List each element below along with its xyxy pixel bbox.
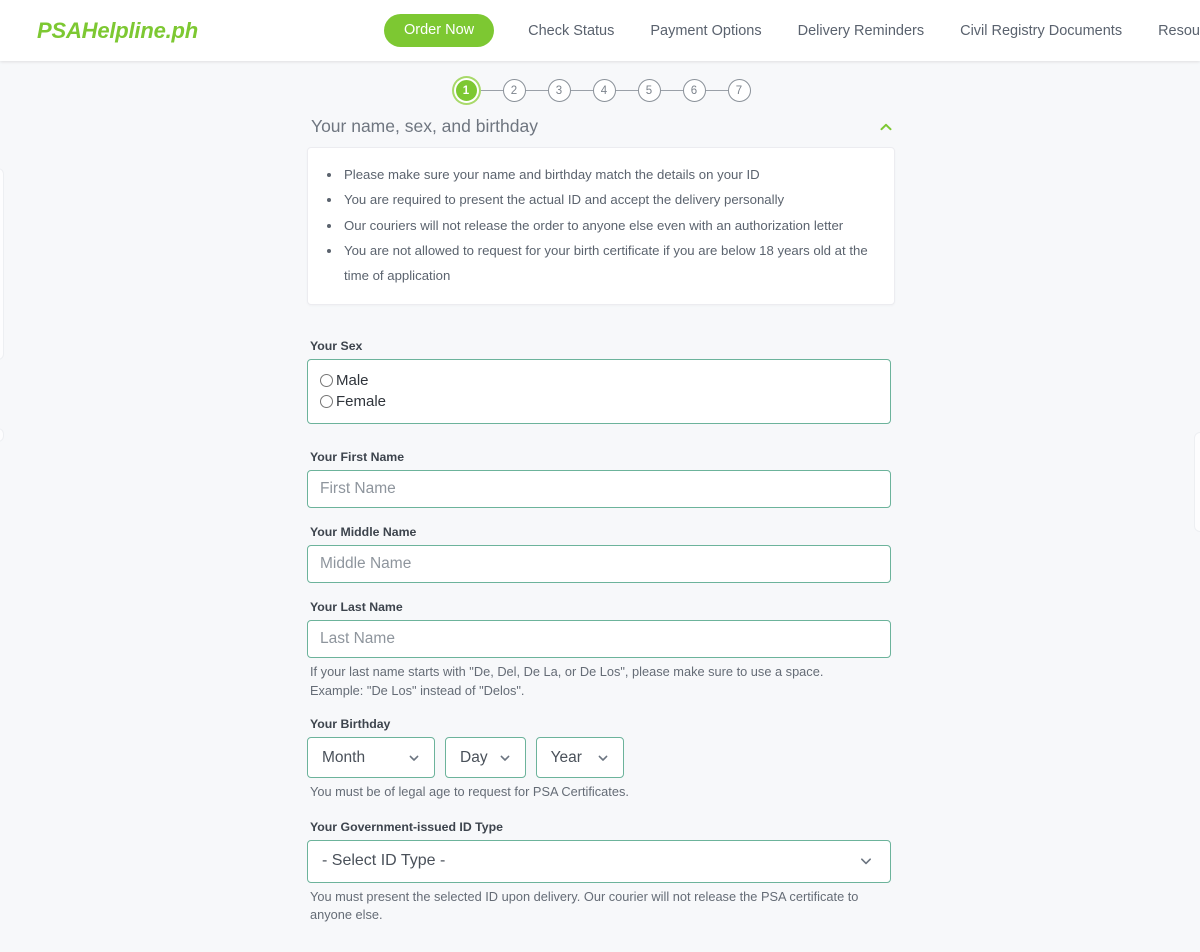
nav-item-civil-registry-documents[interactable]: Civil Registry Documents <box>942 23 1140 39</box>
sex-radio-group[interactable]: Male Female <box>307 359 891 425</box>
section-title: Your name, sex, and birthday <box>311 116 538 136</box>
step-indicator-6[interactable]: 6 <box>682 79 706 102</box>
main-navigation: Order Now Check Status Payment Options D… <box>384 14 1200 47</box>
site-logo[interactable]: PSAHelpline.ph <box>37 18 198 44</box>
radio-input-male[interactable] <box>320 374 333 388</box>
instruction-item: You are required to present the actual I… <box>342 187 878 212</box>
birth-day-value: Day <box>460 748 488 766</box>
last-name-input[interactable] <box>307 620 891 659</box>
step-connector <box>480 89 503 92</box>
section-header[interactable]: Your name, sex, and birthday <box>307 110 895 147</box>
instruction-item: Please make sure your name and birthday … <box>342 162 878 187</box>
helper-birthday: You must be of legal age to request for … <box>310 784 629 800</box>
first-name-input[interactable] <box>307 470 891 509</box>
field-last-name: Your Last Name If your last name starts … <box>307 600 895 700</box>
label-first-name: Your First Name <box>310 450 405 465</box>
middle-name-input[interactable] <box>307 545 891 584</box>
id-type-select[interactable]: - Select ID Type - <box>307 839 891 883</box>
label-sex: Your Sex <box>310 339 363 354</box>
order-form-column: 1 2 3 4 5 6 7 Your name, sex, and birthd… <box>305 61 895 925</box>
instruction-item: Our couriers will not release the order … <box>342 213 878 238</box>
birth-month-select[interactable]: Month <box>307 737 435 779</box>
instructions-card: Please make sure your name and birthday … <box>307 147 895 306</box>
chevron-down-icon <box>498 751 512 765</box>
step-connector <box>660 89 683 92</box>
instructions-list: Please make sure your name and birthday … <box>318 162 878 288</box>
label-last-name: Your Last Name <box>310 600 403 615</box>
birthday-selects-row: Month Day Year <box>307 737 895 779</box>
step-indicator-5[interactable]: 5 <box>637 79 661 102</box>
nav-item-resources[interactable]: Resources <box>1140 23 1200 39</box>
helper-id-type: You must present the selected ID upon de… <box>310 888 859 923</box>
chevron-down-icon <box>858 853 874 869</box>
chevron-up-icon[interactable] <box>877 118 895 136</box>
step-connector <box>615 89 638 92</box>
progress-stepper: 1 2 3 4 5 6 7 <box>307 61 895 110</box>
chevron-down-icon <box>407 751 421 765</box>
field-sex: Your Sex Male Female <box>307 339 895 425</box>
birth-month-value: Month <box>322 748 366 766</box>
step-indicator-2[interactable]: 2 <box>502 79 526 102</box>
field-birthday: Your Birthday Month Day Year You must be… <box>307 717 895 802</box>
chevron-down-icon <box>596 751 610 765</box>
site-header: PSAHelpline.ph Order Now Check Status Pa… <box>0 0 1200 61</box>
birth-day-select[interactable]: Day <box>445 737 526 779</box>
helper-last-name: If your last name starts with "De, Del, … <box>310 664 824 698</box>
step-indicator-1[interactable]: 1 <box>455 80 477 101</box>
step-indicator-4[interactable]: 4 <box>592 79 616 102</box>
label-birthday: Your Birthday <box>310 717 391 732</box>
label-middle-name: Your Middle Name <box>310 525 417 540</box>
field-id-type: Your Government-issued ID Type - Select … <box>307 820 895 925</box>
radio-label-female[interactable]: Female <box>336 391 386 412</box>
instruction-item: You are not allowed to request for your … <box>342 238 878 289</box>
page-body: 1 2 3 4 5 6 7 Your name, sex, and birthd… <box>0 61 1200 925</box>
nav-item-check-status[interactable]: Check Status <box>510 23 632 39</box>
radio-label-male[interactable]: Male <box>336 370 369 391</box>
nav-item-payment-options[interactable]: Payment Options <box>632 23 779 39</box>
label-id-type: Your Government-issued ID Type <box>310 819 503 834</box>
field-middle-name: Your Middle Name <box>307 525 895 584</box>
id-type-value: - Select ID Type - <box>322 852 446 870</box>
radio-option-female[interactable]: Female <box>320 391 878 412</box>
step-indicator-7[interactable]: 7 <box>727 79 751 102</box>
step-indicator-3[interactable]: 3 <box>547 79 571 102</box>
order-now-button[interactable]: Order Now <box>384 14 495 47</box>
field-first-name: Your First Name <box>307 450 895 509</box>
step-connector <box>570 89 593 92</box>
step-connector <box>705 89 728 92</box>
birth-year-value: Year <box>550 748 582 766</box>
nav-item-delivery-reminders[interactable]: Delivery Reminders <box>780 23 943 39</box>
radio-input-female[interactable] <box>320 395 333 409</box>
birth-year-select[interactable]: Year <box>535 737 624 779</box>
radio-option-male[interactable]: Male <box>320 370 878 391</box>
step-connector <box>525 89 548 92</box>
